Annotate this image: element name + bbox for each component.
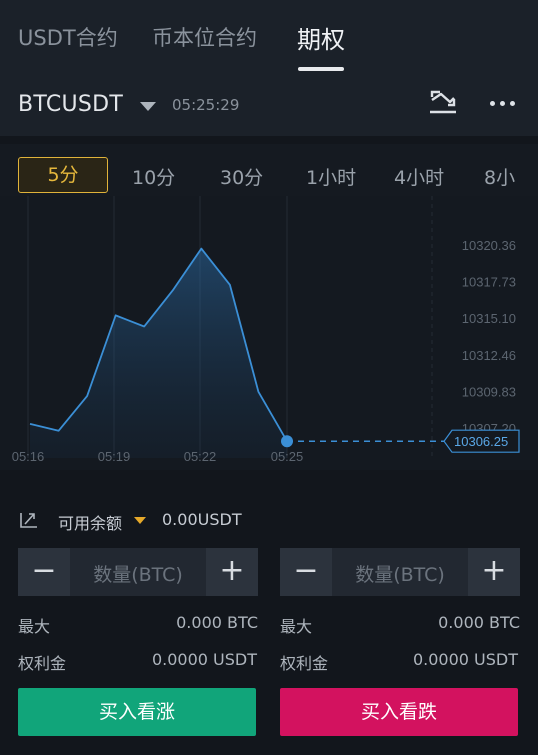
interval-8h[interactable]: 8小 [484,163,515,190]
y-axis-label: 10320.36 [462,238,516,253]
interval-1h[interactable]: 1小时 [306,163,356,190]
call-premium-label: 权利金 [18,654,67,673]
interval-selector: 5分 10分 30分 1小时 4小时 8小 [0,144,538,196]
swap-icon[interactable] [428,88,458,118]
tab-coin-contract[interactable]: 币本位合约 [152,22,257,52]
call-max-label: 最大 [18,617,51,636]
y-axis-label: 10315.10 [462,311,516,326]
balance-row: 可用余额 0.00USDT [0,488,538,533]
interval-30m[interactable]: 30分 [220,163,263,190]
symbol-name[interactable]: BTCUSDT [18,92,123,117]
put-premium-value: 0.0000 USDT [412,650,518,669]
available-balance-label: 可用余额 [58,514,123,533]
interval-4h[interactable]: 4小时 [394,163,444,190]
available-balance-value: 0.00USDT [162,510,242,529]
buy-put-button[interactable]: 买入看跌 [280,688,518,736]
current-price-tag: 10306.25 [443,429,520,453]
current-price-label: 10306.25 [454,434,508,449]
call-quantity-stepper: − 数量(BTC) + [18,548,258,596]
y-axis-label: 10312.46 [462,348,516,363]
put-max-label: 最大 [280,617,313,636]
interval-5m[interactable]: 5分 [18,157,108,193]
y-axis-label: 10309.83 [462,384,516,399]
call-premium-value: 0.0000 USDT [151,650,257,669]
put-max-value: 0.000 BTC [438,613,520,632]
symbol-header: BTCUSDT 05:25:29 [0,80,538,136]
x-axis-label: 05:16 [12,449,45,464]
call-max-value: 0.000 BTC [176,613,258,632]
price-chart-svg: 10320.36 10317.73 10315.10 10312.46 10309.83… [12,196,520,464]
x-axis-label: 05:22 [184,449,217,464]
put-decrease-button[interactable]: − [280,548,332,596]
put-quantity-stepper: − 数量(BTC) + [280,548,520,596]
call-increase-button[interactable]: + [206,548,258,596]
tab-usdt-contract[interactable]: USDT合约 [18,22,118,52]
interval-10m[interactable]: 10分 [132,163,175,190]
put-premium-label: 权利金 [280,654,329,673]
server-time: 05:25:29 [172,96,240,114]
active-tab-indicator [298,67,344,71]
x-axis-label: 05:19 [98,449,131,464]
transfer-icon[interactable] [18,509,40,531]
chevron-down-icon[interactable] [134,517,146,524]
top-tab-bar: USDT合约 币本位合约 期权 [0,0,538,80]
call-quantity-input[interactable]: 数量(BTC) [70,560,206,587]
x-axis-label: 05:25 [271,449,304,464]
price-chart[interactable]: 10320.36 10317.73 10315.10 10312.46 10309.83… [0,196,538,470]
buy-call-button[interactable]: 买入看涨 [18,688,256,736]
tab-options[interactable]: 期权 [297,20,345,55]
current-price-dot [281,435,293,448]
call-decrease-button[interactable]: − [18,548,70,596]
put-increase-button[interactable]: + [468,548,520,596]
chevron-down-icon[interactable] [140,102,156,111]
y-axis-label: 10317.73 [462,275,516,290]
more-icon[interactable] [490,101,518,109]
put-quantity-input[interactable]: 数量(BTC) [332,560,468,587]
